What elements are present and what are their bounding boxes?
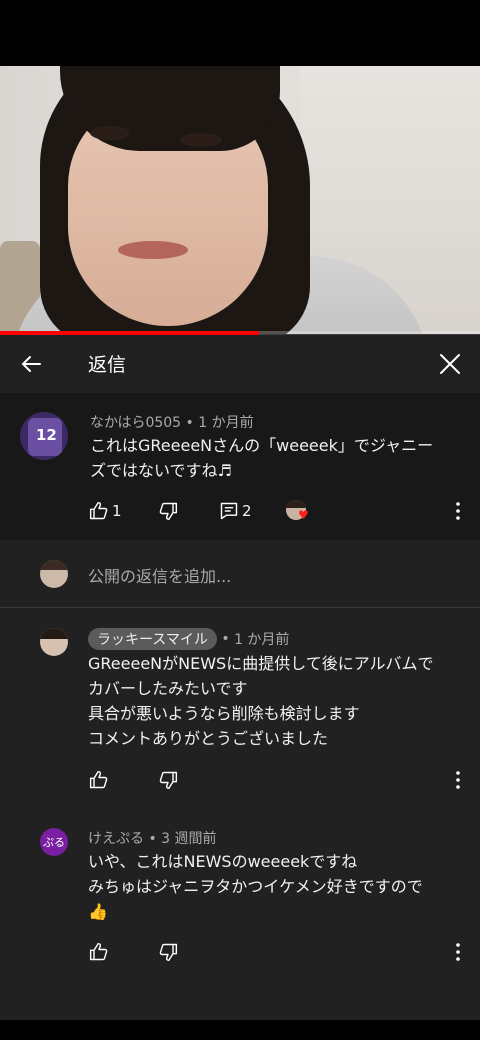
video-player[interactable] [0, 66, 480, 334]
reply-like-button[interactable] [86, 768, 112, 792]
parent-text: これはGReeeeNさんの「weeeek」でジャニー ズではないですね♬ [90, 433, 460, 483]
more-vert-icon [456, 771, 460, 789]
thumb-down-icon [159, 943, 178, 962]
panel-header [0, 335, 480, 393]
reply-text-line: みちゅはジャニヲタかつイケメン好きですので [88, 877, 423, 896]
status-bar [0, 0, 480, 66]
reply-text-line: いや、これはNEWSのweeeekですね [88, 852, 358, 871]
more-vert-icon [456, 943, 460, 961]
reply-text: GReeeeNがNEWSに曲提供して後にアルバムで カバーしたみたいです 具合が… [88, 651, 468, 751]
reply-author[interactable]: けえぷる [88, 831, 144, 847]
thumb-down-icon [159, 502, 178, 521]
thumb-up-icon [89, 770, 108, 789]
meta-separator: • [216, 631, 235, 647]
arrow-left-icon [21, 356, 41, 372]
reply-text: いや、これはNEWSのweeeekですね みちゅはジャニヲタかつイケメン好きです… [88, 849, 468, 924]
video-mouth [118, 241, 188, 259]
heart-icon: ♥ [298, 508, 309, 522]
reply-dislike-button[interactable] [155, 940, 181, 964]
navigation-bar [0, 1020, 480, 1040]
reply-more-button[interactable] [446, 939, 470, 965]
my-avatar [40, 560, 68, 588]
reply-time: 3 週間前 [161, 831, 217, 847]
close-button[interactable] [430, 345, 470, 383]
reply-text-line: カバーしたみたいです [88, 679, 248, 698]
reply-more-button[interactable] [446, 767, 470, 793]
reply-author-avatar[interactable]: ぷる [40, 828, 68, 856]
reply-meta: けえぷる • 3 週間前 [88, 828, 217, 848]
parent-reply-count: 2 [242, 502, 252, 520]
comment-icon [220, 502, 238, 520]
reply-text-line: 具合が悪いようなら削除も検討します [88, 704, 360, 723]
video-eye-right [180, 133, 222, 147]
parent-like-button[interactable] [86, 499, 112, 523]
meta-separator: • [148, 831, 162, 847]
creator-heart-badge: ♥ [286, 500, 310, 524]
avatar-initials: ぷる [43, 836, 65, 849]
thumb-up-icon [89, 942, 108, 961]
reply-time: 1 か月前 [234, 632, 290, 648]
reply-meta: ラッキースマイル • 1 か月前 [88, 628, 289, 650]
divider [0, 607, 480, 608]
parent-author[interactable]: なかはら0505 [90, 415, 181, 431]
reply-author-chip[interactable]: ラッキースマイル [88, 628, 217, 650]
thumb-up-icon [89, 501, 108, 520]
more-vert-icon [456, 502, 460, 520]
video-eye-left [90, 126, 130, 140]
reply-like-button[interactable] [86, 940, 112, 964]
parent-time: 1 か月前 [198, 415, 254, 431]
thumbs-up-emoji: 👍 [88, 902, 108, 921]
parent-dislike-button[interactable] [155, 499, 181, 523]
back-button[interactable] [12, 345, 50, 383]
panel-title: 返信 [88, 354, 127, 376]
thumb-down-icon [159, 771, 178, 790]
reply-dislike-button[interactable] [155, 768, 181, 792]
parent-reply-button[interactable] [216, 499, 242, 523]
meta-separator: • [185, 415, 199, 431]
parent-like-count: 1 [112, 502, 122, 520]
reply-text-line: コメントありがとうございました [88, 729, 329, 748]
parent-text-line: ズではないですね♬ [90, 461, 232, 480]
avatar-jersey-number: 12 [36, 426, 57, 444]
reply-author-avatar[interactable] [40, 628, 68, 656]
parent-author-avatar[interactable]: 12 [20, 412, 68, 460]
parent-more-button[interactable] [446, 498, 470, 524]
close-icon [440, 354, 460, 374]
reply-text-line: GReeeeNがNEWSに曲提供して後にアルバムで [88, 654, 434, 673]
add-reply-input[interactable]: 公開の返信を追加... [88, 563, 231, 587]
parent-meta: なかはら0505 • 1 か月前 [90, 412, 254, 432]
parent-text-line: これはGReeeeNさんの「weeeek」でジャニー [90, 436, 434, 455]
